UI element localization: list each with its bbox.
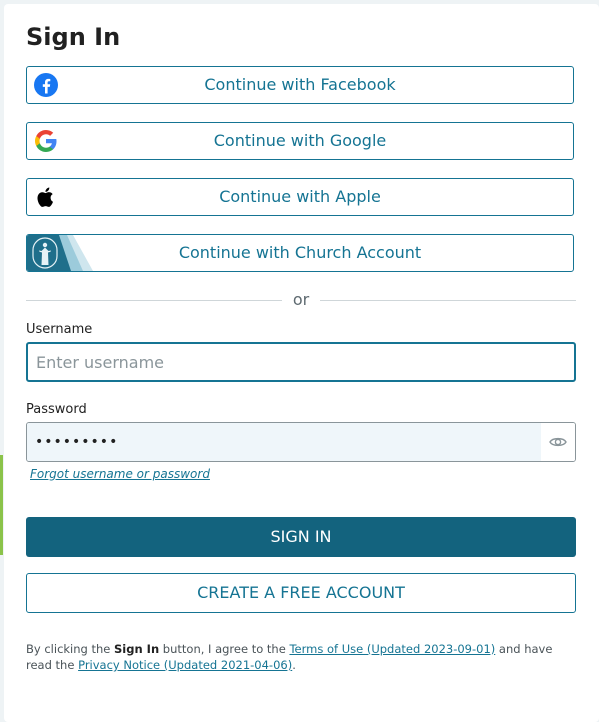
apple-button-label: Continue with Apple: [219, 187, 381, 206]
google-button-label: Continue with Google: [213, 131, 387, 150]
divider-line-right: [320, 300, 576, 301]
continue-with-apple-button[interactable]: Continue with Apple: [26, 178, 574, 216]
password-field: [26, 422, 576, 462]
show-password-toggle[interactable]: [541, 423, 575, 461]
eye-icon: [549, 437, 567, 447]
page: Sign In Continue with Facebook Continue …: [0, 0, 599, 722]
sign-in-card: Sign In Continue with Facebook Continue …: [4, 4, 599, 722]
church-account-button-label: Continue with Church Account: [178, 243, 422, 262]
privacy-notice-link[interactable]: Privacy Notice (Updated 2021-04-06): [78, 658, 292, 672]
continue-with-church-account-button[interactable]: Continue with Church Account: [26, 234, 574, 272]
password-label: Password: [26, 402, 87, 417]
username-input[interactable]: [26, 342, 576, 382]
or-divider: or: [26, 290, 576, 310]
legal-suffix: .: [292, 658, 296, 672]
continue-with-google-button[interactable]: Continue with Google: [26, 122, 574, 160]
terms-of-use-link[interactable]: Terms of Use (Updated 2023-09-01): [289, 642, 495, 656]
continue-with-facebook-button[interactable]: Continue with Facebook: [26, 66, 574, 104]
sign-in-button[interactable]: SIGN IN: [26, 517, 576, 557]
legal-sign-in-bold: Sign In: [114, 642, 160, 656]
username-label: Username: [26, 322, 93, 337]
legal-prefix: By clicking the: [26, 642, 115, 656]
facebook-button-label: Continue with Facebook: [204, 75, 396, 94]
legal-middle: button, I agree to the: [159, 642, 290, 656]
legal-notice: By clicking the Sign In button, I agree …: [26, 641, 576, 673]
background-accent: [0, 455, 3, 555]
password-input[interactable]: [27, 423, 541, 461]
create-free-account-button[interactable]: CREATE A FREE ACCOUNT: [26, 573, 576, 613]
forgot-username-or-password-link[interactable]: Forgot username or password: [30, 467, 210, 481]
page-title: Sign In: [26, 23, 121, 51]
